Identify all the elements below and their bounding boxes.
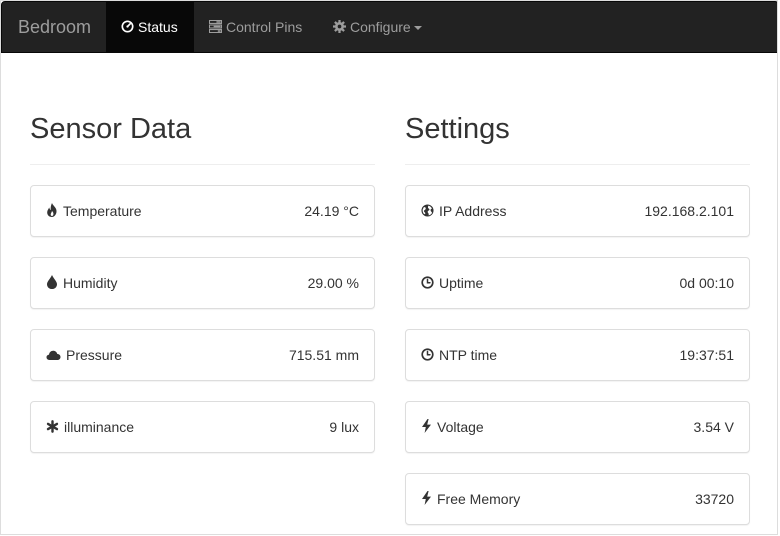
sensor-data-title: Sensor Data <box>30 113 192 145</box>
caret-down-icon <box>413 26 422 31</box>
nav-dropdown-configure[interactable]: Configure <box>318 2 437 52</box>
settings-value: 33720 <box>695 491 734 507</box>
sensor-row-pressure: Pressure 715.51 mm <box>30 329 375 381</box>
settings-row-ntp-time: NTP time 19:37:51 <box>405 329 750 381</box>
settings-value: 0d 00:10 <box>679 275 735 291</box>
settings-row-uptime: Uptime 0d 00:10 <box>405 257 750 309</box>
settings-label: Uptime <box>439 275 484 291</box>
clock-icon <box>421 348 434 361</box>
settings-label: Free Memory <box>437 491 521 507</box>
nav-tab-control-pins-label: Control Pins <box>226 19 303 35</box>
page: Bedroom Status Control Pins Configure Se… <box>0 0 778 535</box>
flash-icon <box>422 419 431 433</box>
settings-row-voltage: Voltage 3.54 V <box>405 401 750 453</box>
sensor-row-humidity: Humidity 29.00 % <box>30 257 375 309</box>
settings-row-free-memory: Free Memory 33720 <box>405 473 750 525</box>
tasks-icon <box>208 19 223 34</box>
settings-label: IP Address <box>439 203 507 219</box>
navbar: Bedroom Status Control Pins Configure <box>1 1 777 53</box>
settings-label: NTP time <box>439 347 498 363</box>
sensor-value: 9 lux <box>329 419 359 435</box>
nav-dropdown-configure-label: Configure <box>350 19 411 35</box>
settings-label: Voltage <box>437 419 484 435</box>
sensor-row-temperature: Temperature 24.19 °C <box>30 185 375 237</box>
settings-value: 192.168.2.101 <box>644 203 734 219</box>
sensor-value: 24.19 °C <box>304 203 359 219</box>
asterisk-icon <box>46 420 59 433</box>
settings-row-ip-address: IP Address 192.168.2.101 <box>405 185 750 237</box>
divider <box>30 164 375 165</box>
dashboard-icon <box>121 20 134 33</box>
sensor-value: 715.51 mm <box>288 347 359 363</box>
cog-icon <box>333 20 346 33</box>
settings-title: Settings <box>405 113 510 145</box>
fire-icon <box>47 203 57 217</box>
sensor-value: 29.00 % <box>307 275 359 291</box>
sensor-label: Pressure <box>66 347 123 363</box>
tint-icon <box>47 275 57 289</box>
sensor-label: Humidity <box>63 275 118 291</box>
nav-tab-status[interactable]: Status <box>106 2 194 52</box>
brand-link[interactable]: Bedroom <box>18 2 91 52</box>
sensor-label: Temperature <box>63 203 142 219</box>
nav-tab-status-label: Status <box>138 19 178 35</box>
sensor-label: illuminance <box>64 419 135 435</box>
clock-icon <box>421 276 434 289</box>
nav-tab-control-pins[interactable]: Control Pins <box>194 2 317 52</box>
settings-value: 3.54 V <box>693 419 734 435</box>
divider <box>405 164 750 165</box>
cloud-icon <box>46 350 61 360</box>
settings-value: 19:37:51 <box>679 347 735 363</box>
flash-icon <box>422 491 431 505</box>
globe-icon <box>421 204 434 217</box>
sensor-row-illuminance: illuminance 9 lux <box>30 401 375 453</box>
